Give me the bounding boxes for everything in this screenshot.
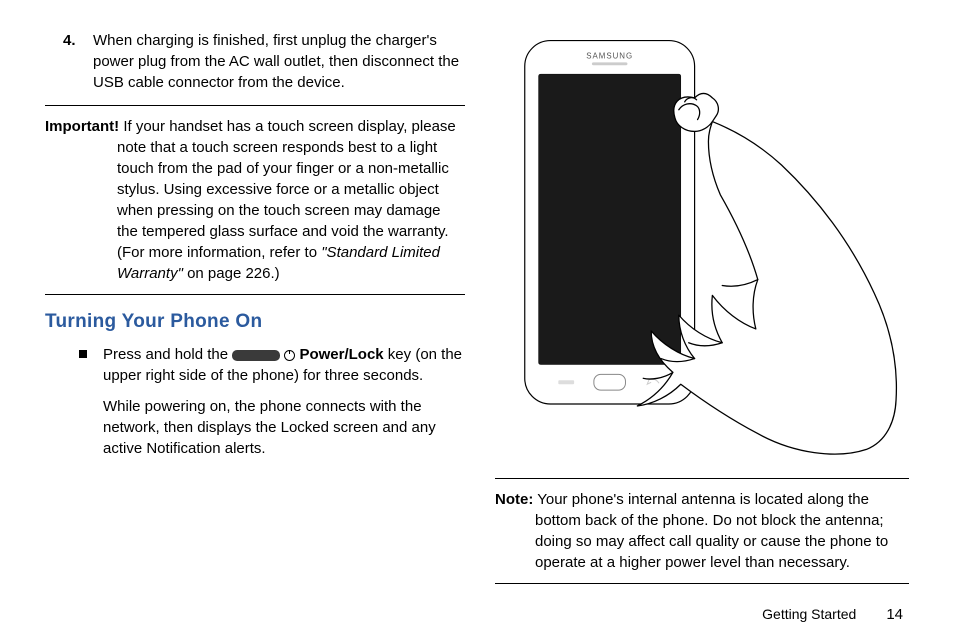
page-footer: Getting Started 14 — [45, 592, 909, 625]
important-text-b: on page 226.) — [183, 265, 280, 282]
power-key-icon — [232, 344, 295, 365]
important-text-a: If your handset has a touch screen displ… — [117, 118, 456, 261]
document-page: 4. When charging is finished, first unpl… — [0, 0, 954, 636]
step-4: 4. When charging is finished, first unpl… — [45, 30, 465, 93]
power-lock-label: Power/Lock — [299, 346, 383, 363]
note-paragraph: Note: Your phone's internal antenna is l… — [495, 489, 909, 573]
note-label: Note: — [495, 491, 533, 508]
bullet-line-1: Press and hold the Power/Lock key (on th… — [103, 344, 465, 387]
phone-brand-text: SAMSUNG — [586, 51, 633, 60]
important-paragraph: Important! If your handset has a touch s… — [45, 116, 465, 284]
note-text: Your phone's internal antenna is located… — [533, 491, 888, 571]
phone-illustration: SAMSUNG — [495, 30, 909, 470]
bullet-marker-icon — [79, 350, 87, 358]
page-number: 14 — [886, 604, 903, 625]
right-column: SAMSUNG — [495, 30, 909, 592]
footer-section-title: Getting Started — [762, 605, 856, 625]
bullet-item: Press and hold the Power/Lock key (on th… — [45, 344, 465, 460]
phone-hand-svg: SAMSUNG — [505, 30, 900, 460]
left-column: 4. When charging is finished, first unpl… — [45, 30, 465, 592]
important-callout: Important! If your handset has a touch s… — [45, 105, 465, 295]
bullet-content: Press and hold the Power/Lock key (on th… — [103, 344, 465, 460]
heading-turning-phone-on: Turning Your Phone On — [45, 309, 465, 336]
bullet-line-2: While powering on, the phone connects wi… — [103, 396, 465, 459]
note-callout: Note: Your phone's internal antenna is l… — [495, 478, 909, 584]
bullet-text-a: Press and hold the — [103, 346, 232, 363]
step-4-text: When charging is finished, first unplug … — [93, 30, 465, 93]
step-4-number: 4. — [63, 30, 93, 93]
two-column-layout: 4. When charging is finished, first unpl… — [45, 30, 909, 592]
important-label: Important! — [45, 118, 119, 135]
